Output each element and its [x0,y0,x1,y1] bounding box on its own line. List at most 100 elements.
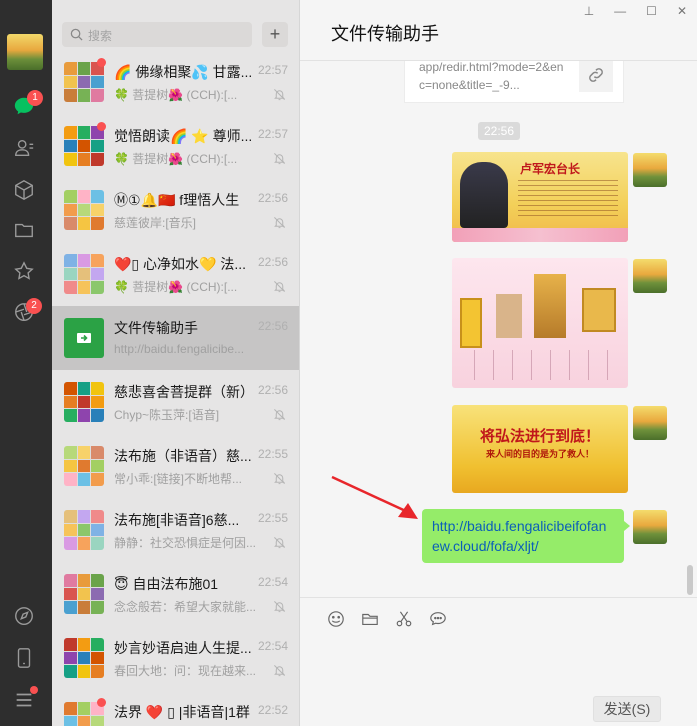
mute-bell-icon [273,664,286,677]
files-nav-button[interactable] [10,216,38,244]
emoji-button[interactable] [326,609,346,629]
chat-list-item[interactable]: 妙言妙语启迪人生提... 春回大地：问：现在越来... 22:54 [52,626,299,690]
chat-name: 法界 ❤️ ▯ |非语音|1群 [114,704,250,720]
panel-4 [582,288,616,332]
chat-nav-button[interactable]: 1 [10,90,43,120]
chat-list-item[interactable]: 🌈 佛缘相聚💦 甘露... 🍀 菩提树🌺 (CCH):[... 22:57 [52,50,299,114]
file-transfer-icon [77,333,91,343]
cube-icon [15,180,33,200]
minimize-icon[interactable]: — [614,4,626,18]
chat-preview: 静静：社交恐惧症是何因... [114,536,257,550]
file-transfer-avatar [64,318,104,358]
portrait-figure [460,162,508,228]
chat-time: 22:54 [257,639,288,653]
input-toolbar [326,609,448,629]
send-button[interactable]: 发送(S) [593,696,661,722]
chat-list-item[interactable]: ❤️▯ 心净如水💛 法... 🍀 菩提树🌺 (CCH):[... 22:56 [52,242,299,306]
chat-preview: 🍀 菩提树🌺 (CCH):[... [114,280,238,294]
screenshot-button[interactable] [394,609,414,629]
link-card-message[interactable]: app/redir.html?mode=2&enc=none&title=_-9… [404,61,624,103]
mute-bell-icon [273,280,286,293]
self-avatar[interactable] [7,34,43,70]
chat-preview: 春回大地：问：现在越来... [114,664,257,678]
red-arrow-annotation [331,475,418,519]
close-icon[interactable]: ✕ [677,4,687,18]
unread-dot [97,698,106,707]
image-message-3[interactable]: 将弘法进行到底！ 来人间的目的是为了救人！ [452,405,628,493]
emoji-icon [328,611,344,627]
chat-name: 法布施（非语音）慈... [114,448,252,464]
group-avatar [64,254,104,294]
mute-bell-icon [273,408,286,421]
chat-list-item[interactable]: 法布施（非语音）慈... 常小乖:[链接]不断地帮... 22:55 [52,434,299,498]
chat-name: 🌈 佛缘相聚💦 甘露... [114,64,253,80]
chat-list-item[interactable]: 慈悲喜舍菩提群（新） Chyp~陈玉萍:[语音] 22:56 [52,370,299,434]
window-controls: ⊥ — ☐ ✕ [584,4,687,18]
phone-nav-button[interactable] [10,644,38,672]
group-avatar [64,446,104,486]
my-avatar[interactable] [633,406,667,440]
chat-time: 22:57 [257,127,288,141]
file-button[interactable] [360,609,380,629]
chat-time: 22:52 [257,703,288,717]
time-separator: 22:56 [478,122,520,140]
contacts-nav-button[interactable] [10,134,38,162]
chat-name: 😇 自由法布施01 [114,576,219,592]
mute-bell-icon [273,536,286,549]
chat-name: 觉悟朗读🌈 ⭐ 尊师... [114,128,253,144]
chat-preview: 🍀 菩提树🌺 (CCH):[... [114,152,238,166]
image-message-1[interactable]: 卢军宏台长 [452,152,628,242]
image-1-title: 卢军宏台长 [520,162,581,176]
compass-icon [15,607,33,625]
chat-bubble-icon [430,612,446,626]
search-web-nav-button[interactable] [10,602,38,630]
group-avatar [64,190,104,230]
chat-name: Ⓜ①🔔🇨🇳 f理悟人生 [114,192,240,208]
group-avatar [64,574,104,614]
chat-preview: 念念般若：希望大家就能... [114,600,257,614]
left-nav: 1 2 [0,0,52,726]
chat-time: 22:56 [257,255,288,269]
search-box[interactable]: 搜索 [62,22,252,47]
my-avatar[interactable] [633,510,667,544]
group-avatar [64,510,104,550]
scrollbar[interactable] [687,565,693,595]
chat-time: 22:56 [257,383,288,397]
my-avatar[interactable] [633,153,667,187]
chat-list-item[interactable]: 觉悟朗读🌈 ⭐ 尊师... 🍀 菩提树🌺 (CCH):[... 22:57 [52,114,299,178]
chat-list-item[interactable]: 法界 ❤️ ▯ |非语音|1群 22:52 [52,690,299,726]
mini-program-nav-button[interactable] [10,176,38,204]
chat-history-button[interactable] [428,609,448,629]
image-1-text-lines [518,180,618,220]
chat-name: 文件传输助手 [114,320,198,336]
menu-nav-button[interactable] [10,686,38,714]
chat-preview: http://baidu.fengalicibe... [114,342,245,356]
chat-preview: Chyp~陈玉萍:[语音] [114,408,220,422]
phone-icon [17,648,31,668]
chat-list-item[interactable]: Ⓜ①🔔🇨🇳 f理悟人生 慈莲彼岸:[音乐] 22:56 [52,178,299,242]
image-2-text-lines [456,350,624,380]
pin-icon[interactable]: ⊥ [584,4,594,18]
moments-nav-button[interactable] [10,258,38,286]
chat-list-item[interactable]: 法布施[非语音]6慈... 静静：社交恐惧症是何因... 22:55 [52,498,299,562]
group-avatar [64,638,104,678]
chat-time: 22:55 [257,511,288,525]
chat-name: 妙言妙语启迪人生提... [114,640,252,656]
group-avatar [64,62,104,102]
chat-list-item[interactable]: 😇 自由法布施01 念念般若：希望大家就能... 22:54 [52,562,299,626]
group-avatar [64,382,104,422]
maximize-icon[interactable]: ☐ [646,4,657,18]
link-icon [579,61,613,92]
group-avatar [64,126,104,166]
chat-time: 22:56 [257,319,288,333]
my-avatar[interactable] [633,259,667,293]
chat-list-panel: 搜索 + 🌈 佛缘相聚💦 甘露... 🍀 菩提树🌺 (CCH):[... 22:57… [52,0,300,726]
chat-preview: 常小乖:[链接]不断地帮... [114,472,243,486]
panel-2 [496,294,522,338]
chat-time: 22:55 [257,447,288,461]
link-text-bubble[interactable]: http://baidu.fengalicibeifofanew.cloud/f… [422,509,630,563]
chat-list-item[interactable]: 文件传输助手 http://baidu.fengalicibe... 22:56 [52,306,299,370]
channels-nav-button[interactable]: 2 [10,298,42,326]
add-chat-button[interactable]: + [262,22,288,47]
image-message-2[interactable] [452,258,628,388]
